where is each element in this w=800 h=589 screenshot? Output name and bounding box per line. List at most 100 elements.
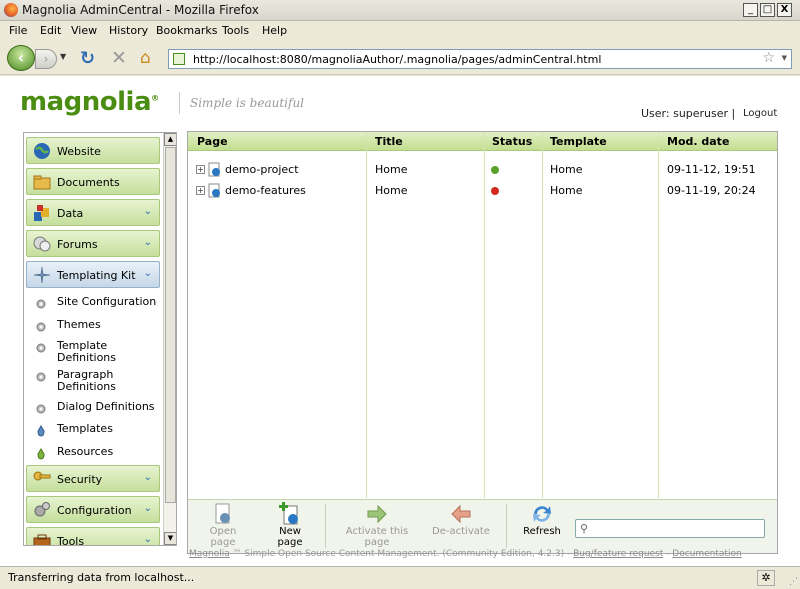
page-icon xyxy=(208,183,220,198)
menu-file[interactable]: File xyxy=(9,24,27,37)
reload-icon[interactable]: ↻ xyxy=(80,48,95,69)
status-message: Transferring data from localhost... xyxy=(8,571,195,584)
toolbox-icon xyxy=(33,534,51,545)
status-addon-icon[interactable]: ✲ xyxy=(757,570,775,586)
user-info: User: superuser | xyxy=(641,107,736,120)
status-bar: Transferring data from localhost... ✲ ⋰ xyxy=(0,566,800,589)
globe-icon xyxy=(34,143,50,159)
home-icon[interactable]: ⌂ xyxy=(140,48,151,68)
bug-feature-request-link[interactable]: Bug/feature request xyxy=(573,549,663,559)
sidebar-item-security[interactable]: Security ⌄ xyxy=(26,465,160,492)
cell-mod-date: 09-11-19, 20:24 xyxy=(667,184,756,197)
chevron-down-icon: ⌄ xyxy=(143,472,152,483)
open-page-button[interactable]: Open page xyxy=(202,502,244,548)
footer-separator: - xyxy=(663,549,673,559)
resize-grip-icon[interactable]: ⋰ xyxy=(789,577,798,587)
scrollbar-thumb[interactable] xyxy=(165,147,176,503)
cell-page: demo-features xyxy=(225,184,306,197)
resource-icon xyxy=(37,448,45,460)
activate-arrow-icon xyxy=(367,504,387,524)
new-page-button[interactable]: New page xyxy=(266,502,314,548)
activate-button[interactable]: Activate this page xyxy=(341,502,413,548)
table-row[interactable]: + demo-features Home Home 09-11-19, 20:2… xyxy=(188,181,777,201)
expand-icon[interactable]: + xyxy=(196,165,205,174)
toolbar-divider xyxy=(506,504,507,548)
scroll-down-icon[interactable]: ▼ xyxy=(164,532,176,545)
window-title-bar: Magnolia AdminCentral - Mozilla Firefox … xyxy=(0,0,800,21)
menu-tools[interactable]: Tools xyxy=(222,24,249,37)
stop-icon[interactable]: ✕ xyxy=(111,47,127,69)
cell-page: demo-project xyxy=(225,163,299,176)
gears-icon xyxy=(34,502,50,517)
bookmark-star-icon[interactable]: ☆ xyxy=(762,50,775,66)
template-icon xyxy=(37,425,45,437)
cell-title: Home xyxy=(375,184,408,197)
close-button[interactable]: X xyxy=(777,3,792,17)
search-icon: ⚲ xyxy=(580,522,589,535)
menu-bar: File Edit View History Bookmarks Tools H… xyxy=(0,21,800,41)
documentation-link[interactable]: Documentation xyxy=(672,549,741,559)
new-page-icon xyxy=(279,502,298,525)
minimize-button[interactable]: _ xyxy=(743,3,758,17)
status-activated-icon xyxy=(491,166,499,174)
search-input[interactable]: ⚲ xyxy=(575,519,765,538)
column-header-status[interactable]: Status xyxy=(492,135,532,148)
sidebar-item-data[interactable]: Data ⌄ xyxy=(26,199,160,226)
chevron-down-icon: ⌄ xyxy=(143,268,152,279)
forward-button[interactable]: › xyxy=(35,49,57,69)
cell-template: Home xyxy=(550,163,583,176)
scroll-up-icon[interactable]: ▲ xyxy=(164,133,176,146)
firefox-icon xyxy=(4,3,18,17)
gear-icon xyxy=(36,343,46,353)
menu-help[interactable]: Help xyxy=(262,24,287,37)
chevron-down-icon: ⌄ xyxy=(143,534,152,545)
footer-text: ™ Simple Open Source Content Management.… xyxy=(229,549,574,559)
site-favicon xyxy=(173,53,185,65)
sidebar-item-tools[interactable]: Tools ⌄ xyxy=(26,527,160,545)
data-icon xyxy=(34,205,49,221)
history-dropdown-icon[interactable]: ▼ xyxy=(60,52,66,61)
page-icon xyxy=(208,162,220,177)
url-bar[interactable]: http://localhost:8080/magnoliaAuthor/.ma… xyxy=(168,49,792,69)
toolbar-divider xyxy=(325,504,326,548)
templating-kit-icon xyxy=(33,266,51,284)
back-button[interactable]: ‹ xyxy=(7,45,35,71)
magnolia-link[interactable]: Magnolia xyxy=(189,549,230,559)
deactivate-arrow-icon xyxy=(451,504,471,524)
gear-icon xyxy=(36,322,46,332)
sidebar-item-documents[interactable]: Documents xyxy=(26,168,160,195)
key-icon xyxy=(33,471,51,481)
expand-icon[interactable]: + xyxy=(196,186,205,195)
status-modified-icon xyxy=(491,187,499,195)
cell-template: Home xyxy=(550,184,583,197)
column-header-title[interactable]: Title xyxy=(375,135,403,148)
gear-icon xyxy=(36,404,46,414)
column-header-template[interactable]: Template xyxy=(550,135,607,148)
forums-icon xyxy=(33,236,51,252)
sidebar-item-forums[interactable]: Forums ⌄ xyxy=(26,230,160,257)
column-header-mod-date[interactable]: Mod. date xyxy=(667,135,729,148)
tagline: Simple is beautiful xyxy=(179,92,304,114)
cell-title: Home xyxy=(375,163,408,176)
menu-history[interactable]: History xyxy=(109,24,148,37)
sidebar-item-configuration[interactable]: Configuration ⌄ xyxy=(26,496,160,523)
deactivate-button[interactable]: De-activate xyxy=(428,502,494,537)
maximize-button[interactable]: □ xyxy=(760,3,775,17)
sidebar-item-templating-kit[interactable]: Templating Kit ⌄ xyxy=(26,261,160,288)
footer: Magnolia ™ Simple Open Source Content Ma… xyxy=(189,549,742,559)
sidebar-scrollbar[interactable]: ▲ ▼ xyxy=(163,133,176,545)
magnolia-logo: magnolia® xyxy=(20,87,159,117)
sidebar-item-website[interactable]: Website xyxy=(26,137,160,164)
logout-link[interactable]: Logout xyxy=(743,108,777,119)
menu-edit[interactable]: Edit xyxy=(40,24,61,37)
menu-bookmarks[interactable]: Bookmarks xyxy=(156,24,217,37)
column-header-page[interactable]: Page xyxy=(197,135,228,148)
menu-view[interactable]: View xyxy=(71,24,97,37)
gear-icon xyxy=(36,372,46,382)
table-row[interactable]: + demo-project Home Home 09-11-12, 19:51 xyxy=(188,160,777,180)
refresh-button[interactable]: Refresh xyxy=(518,502,566,537)
refresh-icon xyxy=(533,506,551,522)
url-dropdown-icon[interactable]: ▼ xyxy=(782,54,787,62)
page-content: magnolia® Simple is beautiful User: supe… xyxy=(0,76,800,566)
page-tree-table: Page Title Status Template Mod. date + d… xyxy=(187,131,778,554)
